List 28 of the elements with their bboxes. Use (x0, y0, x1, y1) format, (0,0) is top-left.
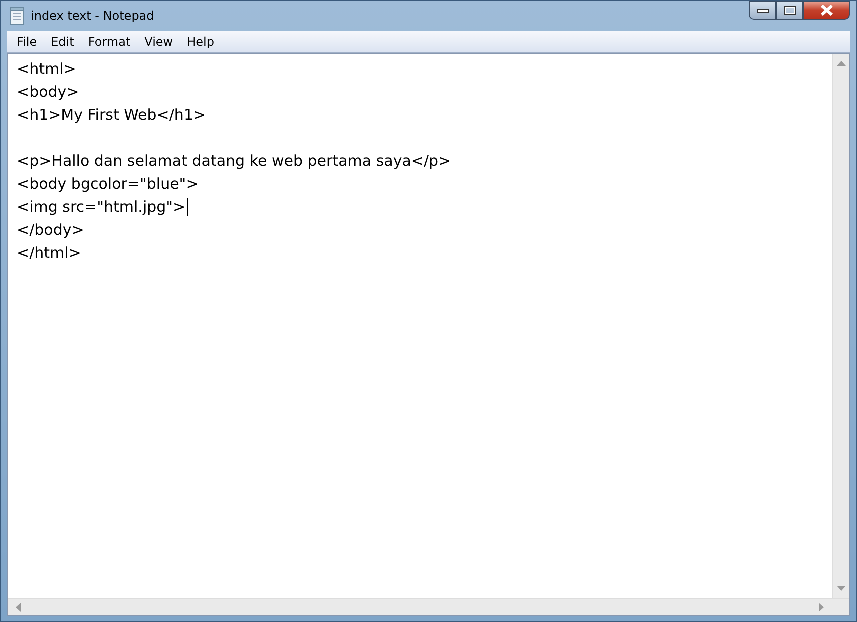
window-title: index text - Notepad (31, 9, 154, 23)
close-button[interactable] (803, 1, 850, 20)
horizontal-scrollbar[interactable] (8, 598, 832, 615)
code-line: </body> (17, 220, 86, 241)
menu-item[interactable]: File (10, 34, 44, 48)
close-icon (820, 5, 834, 16)
code-line: <body> (17, 82, 80, 103)
code-line: <img src="html.jpg"> (17, 197, 189, 218)
code-line: </html> (17, 243, 82, 264)
maximize-icon (784, 6, 796, 15)
left-arrow-icon (16, 602, 21, 612)
vertical-scrollbar[interactable] (832, 54, 849, 598)
up-arrow-icon (836, 61, 846, 66)
resize-grip[interactable] (832, 598, 849, 615)
code-line: <p>Hallo dan selamat datang ke web pertama saya</p> (17, 151, 452, 172)
down-arrow-icon (836, 586, 846, 591)
right-arrow-icon (819, 602, 824, 612)
code-line: <body bgcolor="blue"> (17, 174, 200, 195)
menu-item[interactable]: View (138, 34, 180, 48)
notepad-icon (9, 7, 25, 25)
minimize-icon (756, 8, 768, 12)
maximize-button[interactable] (776, 1, 803, 20)
code-line: <html> (17, 59, 78, 80)
menu-item[interactable]: Edit (44, 34, 82, 48)
menu-item[interactable]: Help (180, 34, 222, 48)
menu-item[interactable]: Format (81, 34, 138, 48)
code-line: <h1>My First Web</h1> (17, 105, 208, 126)
minimize-button[interactable] (749, 1, 776, 20)
